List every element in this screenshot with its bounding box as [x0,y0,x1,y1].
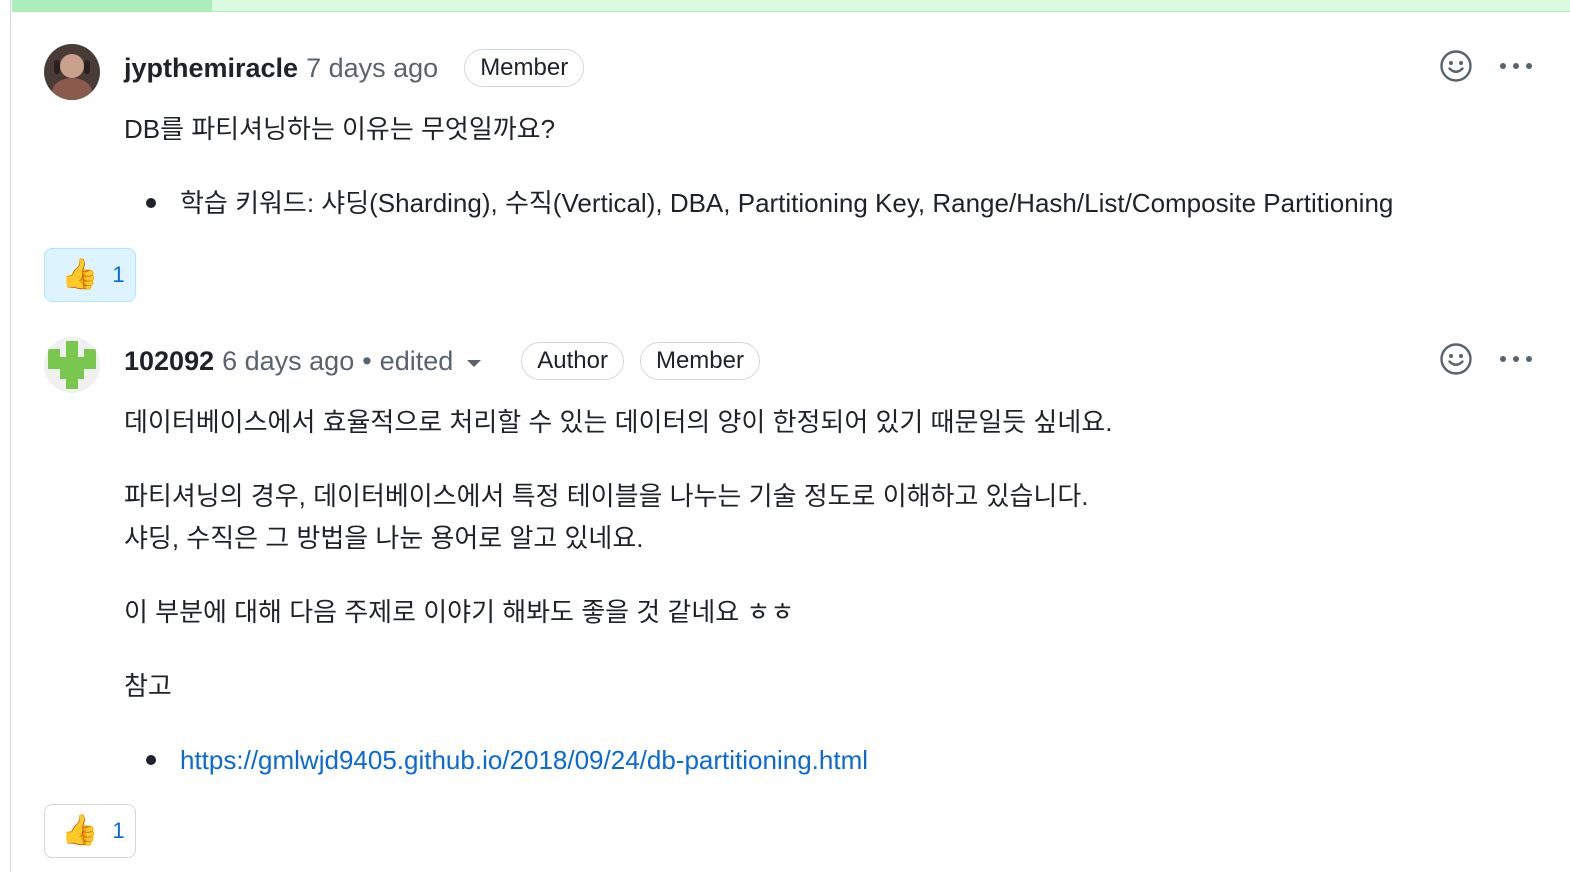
list-item: https://gmlwjd9405.github.io/2018/09/24/… [146,739,1112,781]
reaction-count: 1 [112,818,125,843]
bullet-dot [146,755,156,765]
paragraph: 데이터베이스에서 효율적으로 처리할 수 있는 데이터의 양이 한정되어 있기 … [124,407,1113,437]
thumbs-up-reaction[interactable]: 👍 1 [44,804,136,858]
question-text: DB를 파티셔닝하는 이유는 무엇일까요? [124,114,556,144]
thumbs-up-icon: 👍 [61,814,99,847]
keywords-text: 학습 키워드: 샤딩(Sharding), 수직(Vertical), DBA,… [180,188,1394,218]
previous-comment-accent [12,0,212,11]
separator-dot: • [362,345,372,376]
user-avatar-photo-icon [44,44,100,100]
more-options-button[interactable] [1498,341,1534,377]
reaction-count: 1 [112,262,125,287]
comment-header: 102092 6 days ago • edited Author Member [124,341,760,381]
author-username[interactable]: 102092 [124,346,214,377]
add-reaction-button[interactable] [1438,341,1474,377]
timeline-line [10,0,11,872]
kebab-horizontal-icon [1500,63,1532,69]
member-badge: Member [464,49,585,87]
comment-timestamp[interactable]: 7 days ago [306,53,438,84]
list-item: 학습 키워드: 샤딩(Sharding), 수직(Vertical), DBA,… [146,182,1393,224]
edited-history-dropdown[interactable]: edited [380,346,482,377]
bullet-dot [146,198,156,208]
author-username[interactable]: jypthemiracle [124,53,298,84]
edited-label: edited [379,345,454,376]
comment-actions [1438,341,1534,377]
author-badge: Author [521,342,624,380]
paragraph: 파티셔닝의 경우, 데이터베이스에서 특정 테이블을 나누는 기술 정도로 이해… [124,481,1089,511]
avatar[interactable] [44,44,100,100]
identicon-avatar-icon [44,337,100,393]
smiley-icon [1440,50,1472,82]
paragraph: 이 부분에 대해 다음 주제로 이야기 해봐도 좋을 것 같네요 ㅎㅎ [124,597,795,627]
member-badge: Member [639,342,760,380]
comment-header: jypthemiracle 7 days ago Member [124,48,585,88]
add-reaction-button[interactable] [1438,48,1474,84]
kebab-horizontal-icon [1500,356,1532,362]
comment-body: 데이터베이스에서 효율적으로 처리할 수 있는 데이터의 양이 한정되어 있기 … [124,401,1112,781]
reference-link[interactable]: https://gmlwjd9405.github.io/2018/09/24/… [180,739,868,781]
comment-actions [1438,48,1534,84]
thumbs-up-reaction[interactable]: 👍 1 [44,248,136,302]
more-options-button[interactable] [1498,48,1534,84]
previous-comment-edge [12,0,1570,12]
paragraph: 샤딩, 수직은 그 방법을 나눈 용어로 알고 있네요. [124,523,644,553]
thumbs-up-icon: 👍 [61,258,99,291]
triangle-down-icon [467,359,482,367]
paragraph: 참고 [124,671,172,701]
avatar[interactable] [44,337,100,393]
comment-body: DB를 파티셔닝하는 이유는 무엇일까요? 학습 키워드: 샤딩(Shardin… [124,108,1393,224]
smiley-icon [1440,343,1472,375]
comment-timestamp[interactable]: 6 days ago [222,346,354,377]
